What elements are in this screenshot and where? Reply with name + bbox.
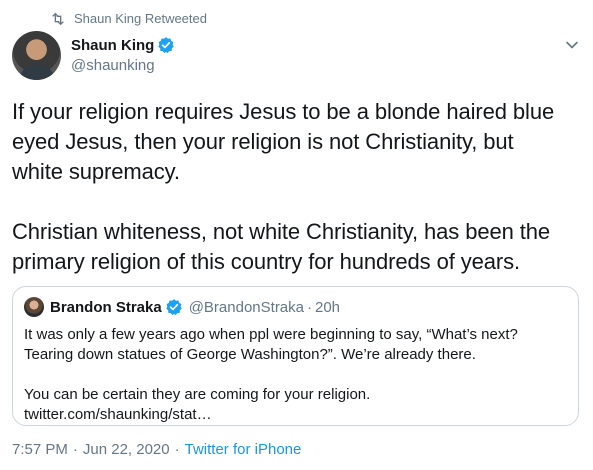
retweet-label: Shaun King Retweeted [74, 11, 207, 26]
tweet-footer: 7:57 PM · Jun 22, 2020 · Twitter for iPh… [12, 441, 301, 458]
tweet-text: If your religion requires Jesus to be a … [12, 99, 555, 274]
footer-separator-2: · [174, 441, 180, 458]
quoted-tweet-header: Brandon Straka @BrandonStraka · 20h [24, 297, 340, 317]
quoted-author-handle: @BrandonStraka [188, 298, 304, 316]
quoted-author-name: Brandon Straka [50, 298, 162, 316]
chevron-down-icon[interactable] [565, 38, 579, 52]
quoted-timestamp: 20h [315, 298, 341, 316]
author-info[interactable]: Shaun King @shaunking [71, 36, 175, 74]
tweet-date[interactable]: Jun 22, 2020 [83, 441, 170, 458]
verified-badge-icon [158, 37, 175, 54]
retweet-context[interactable]: Shaun King Retweeted [50, 11, 207, 26]
tweet-source-link[interactable]: Twitter for iPhone [185, 441, 302, 458]
author-handle[interactable]: @shaunking [71, 57, 175, 74]
quoted-separator: · [307, 298, 312, 316]
author-avatar[interactable] [12, 31, 61, 80]
tweet-time[interactable]: 7:57 PM [12, 441, 68, 458]
verified-badge-icon [165, 299, 182, 316]
retweet-icon [52, 12, 64, 25]
footer-separator: · [72, 441, 78, 458]
quoted-tweet-text: It was only a few years ago when ppl wer… [24, 326, 518, 423]
quoted-tweet[interactable]: Brandon Straka @BrandonStraka · 20h It w… [12, 286, 579, 426]
author-name[interactable]: Shaun King [71, 37, 154, 54]
quoted-author-avatar [24, 297, 44, 317]
